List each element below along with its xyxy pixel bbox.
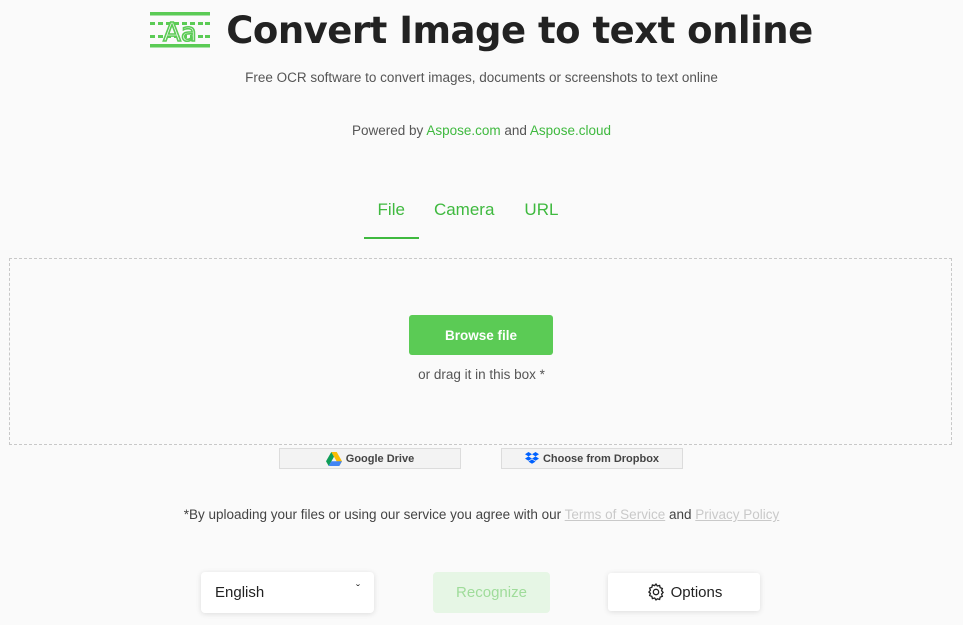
google-drive-label: Google Drive — [345, 452, 415, 465]
aspose-com-link[interactable]: Aspose.com — [426, 123, 500, 138]
aspose-cloud-link[interactable]: Aspose.cloud — [530, 123, 611, 138]
source-tabs: File Camera URL — [0, 188, 950, 239]
terms-prefix: *By uploading your files or using our se… — [183, 507, 562, 522]
language-select[interactable]: English ˇ — [201, 572, 374, 613]
page-title: Convert Image to text online — [226, 8, 813, 52]
powered-conj: and — [504, 123, 527, 138]
gear-icon — [647, 583, 664, 601]
recognize-button[interactable]: Recognize — [433, 572, 550, 613]
tab-url[interactable]: URL — [509, 188, 573, 239]
dropbox-button[interactable]: Choose from Dropbox — [501, 448, 683, 469]
powered-by: Powered by Aspose.com and Aspose.cloud — [0, 123, 963, 138]
browse-file-button[interactable]: Browse file — [409, 315, 553, 355]
page: Aa Convert Image to text online Free OCR… — [0, 0, 963, 625]
file-dropzone[interactable]: Browse file or drag it in this box * — [9, 258, 952, 445]
dropbox-label: Choose from Dropbox — [542, 452, 660, 465]
tab-camera[interactable]: Camera — [419, 188, 509, 239]
terms-conj: and — [668, 507, 692, 522]
header: Aa Convert Image to text online — [0, 8, 963, 52]
powered-prefix: Powered by — [352, 123, 424, 138]
terms-of-service-link[interactable]: Terms of Service — [565, 507, 666, 522]
logo-text: Aa — [163, 18, 197, 48]
google-drive-icon — [325, 451, 342, 466]
terms-notice: *By uploading your files or using our se… — [0, 507, 963, 522]
page-subtitle: Free OCR software to convert images, doc… — [245, 70, 718, 85]
tab-file[interactable]: File — [363, 188, 419, 239]
language-value: English — [215, 584, 265, 601]
ocr-aa-icon: Aa — [150, 12, 211, 49]
google-drive-button[interactable]: Google Drive — [279, 448, 461, 469]
options-button[interactable]: Options — [608, 573, 760, 611]
chevron-down-icon: ˇ — [356, 581, 360, 596]
options-label: Options — [670, 583, 723, 601]
drag-hint: or drag it in this box * — [418, 367, 545, 382]
dropbox-icon — [524, 452, 539, 464]
privacy-policy-link[interactable]: Privacy Policy — [695, 507, 779, 522]
